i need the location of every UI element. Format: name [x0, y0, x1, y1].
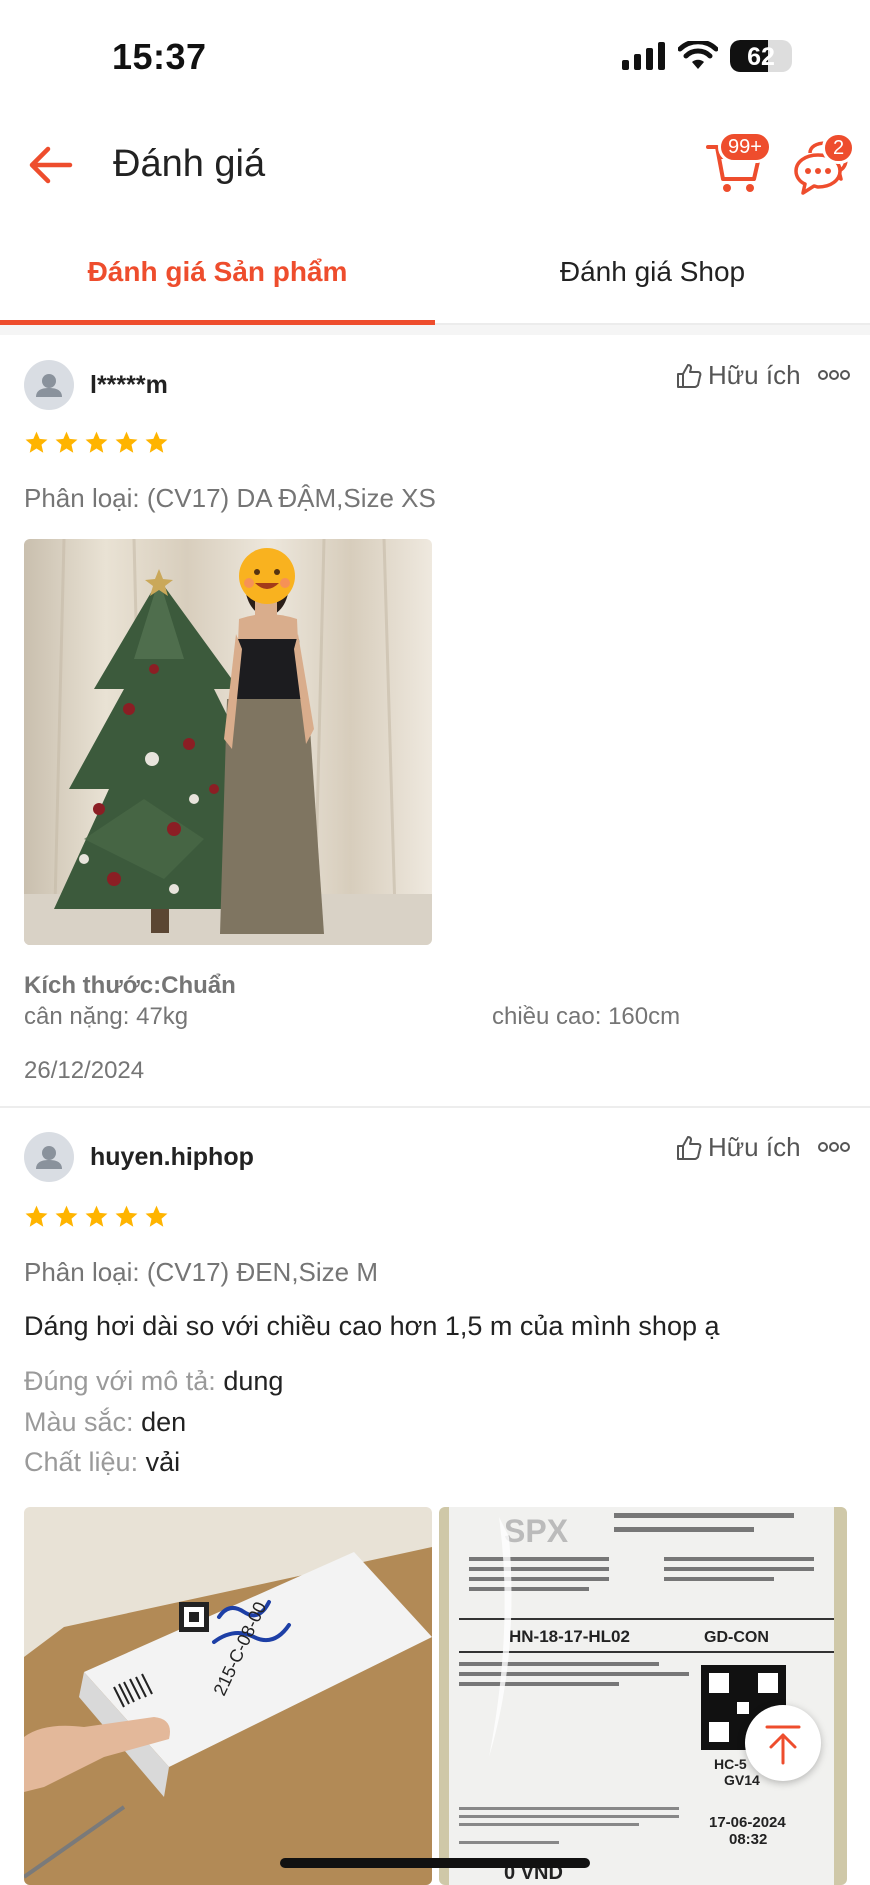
route-code: HN-18-17-HL02: [509, 1627, 630, 1646]
star-icon: [85, 1205, 108, 1227]
star-icon: [55, 431, 78, 453]
top-nav: Đánh giá 99+ 2: [0, 115, 870, 215]
height: chiều cao: 160cm: [492, 1003, 681, 1030]
back-arrow-icon[interactable]: [26, 141, 74, 189]
attr-value: den: [141, 1407, 187, 1437]
chat-badge: 2: [822, 132, 856, 164]
cart-badge: 99+: [718, 131, 772, 163]
fit-size: Kích thước:Chuẩn: [24, 972, 236, 999]
attr-value: vải: [145, 1447, 181, 1477]
star-icon: [115, 1205, 138, 1227]
attr-material: Chất liệu: vải: [24, 1447, 180, 1478]
review-date: 26/12/2024: [24, 1057, 145, 1084]
avatar[interactable]: [24, 360, 74, 410]
battery-level: 62: [747, 43, 775, 71]
wifi-icon: [678, 41, 718, 69]
variant-label: Phân loại: (CV17) DA ĐẬM,Size XS: [24, 483, 436, 513]
helpful-label: Hữu ích: [708, 1132, 801, 1162]
battery-icon: 62: [730, 40, 792, 72]
review-text: Dáng hơi dài so với chiều cao hơn 1,5 m …: [24, 1311, 720, 1341]
more-options-icon[interactable]: [818, 368, 850, 382]
status-icons: 62: [622, 40, 792, 72]
helpful-label: Hữu ích: [708, 360, 801, 390]
star-icon: [85, 431, 108, 453]
reviewer-name: huyen.hiphop: [90, 1143, 254, 1171]
review-item: huyen.hiphop Hữu ích Phân loại: (CV17) Đ…: [0, 1109, 870, 1885]
sort-code: HC-5: [714, 1756, 747, 1772]
star-icon: [25, 431, 48, 453]
scroll-to-top-button[interactable]: [745, 1705, 821, 1781]
user-icon: [36, 374, 62, 397]
tab-product-reviews[interactable]: Đánh giá Sản phẩm: [0, 230, 435, 325]
star-icon: [115, 431, 138, 453]
signal-icon: [622, 42, 665, 70]
page-title: Đánh giá: [113, 143, 266, 185]
attr-label: Chất liệu:: [24, 1447, 139, 1477]
shipping-brand: SPX: [504, 1513, 569, 1549]
thumbs-up-icon: [677, 363, 702, 388]
home-indicator: [280, 1858, 590, 1868]
ship-time: 08:32: [729, 1831, 767, 1848]
star-icon: [145, 431, 168, 453]
helpful-button[interactable]: Hữu ích: [676, 360, 801, 391]
attr-value: dung: [223, 1366, 284, 1396]
rating-stars: [24, 1204, 169, 1229]
review-item: l*****m Hữu ích Phân loại: (CV17) DA ĐẬM…: [0, 335, 870, 1105]
attr-label: Đúng với mô tả:: [24, 1366, 216, 1396]
star-icon: [55, 1205, 78, 1227]
helpful-button[interactable]: Hữu ích: [676, 1132, 801, 1163]
star-icon: [25, 1205, 48, 1227]
review-tabs: Đánh giá Sản phẩm Đánh giá Shop: [0, 230, 870, 325]
status-time: 15:37: [112, 36, 207, 77]
weight: cân nặng: 47kg: [24, 1003, 189, 1030]
section-gap: [0, 325, 870, 335]
arrow-up-icon: [765, 1725, 801, 1765]
thumbs-up-icon: [677, 1135, 702, 1160]
delivery-code: GD-CON: [704, 1629, 769, 1646]
star-icon: [145, 1205, 168, 1227]
avatar[interactable]: [24, 1132, 74, 1182]
rating-stars: [24, 430, 169, 455]
attr-label: Màu sắc:: [24, 1407, 134, 1437]
status-bar: 15:37 62: [0, 0, 870, 115]
review-photo[interactable]: [24, 539, 432, 945]
ship-date: 17-06-2024: [709, 1814, 786, 1831]
attr-color: Màu sắc: den: [24, 1407, 186, 1438]
tab-shop-reviews[interactable]: Đánh giá Shop: [435, 230, 870, 325]
reviewer-name: l*****m: [90, 371, 168, 399]
review-photo[interactable]: 215-C-08-00: [24, 1507, 432, 1885]
attr-description: Đúng với mô tả: dung: [24, 1366, 283, 1397]
review-photo[interactable]: SPX HN-18-17-HL02 GD-CON HC-5 GV14 17-06…: [439, 1507, 847, 1885]
divider: [0, 1106, 870, 1108]
user-icon: [36, 1146, 62, 1169]
more-options-icon[interactable]: [818, 1140, 850, 1154]
variant-label: Phân loại: (CV17) ĐEN,Size M: [24, 1257, 379, 1287]
